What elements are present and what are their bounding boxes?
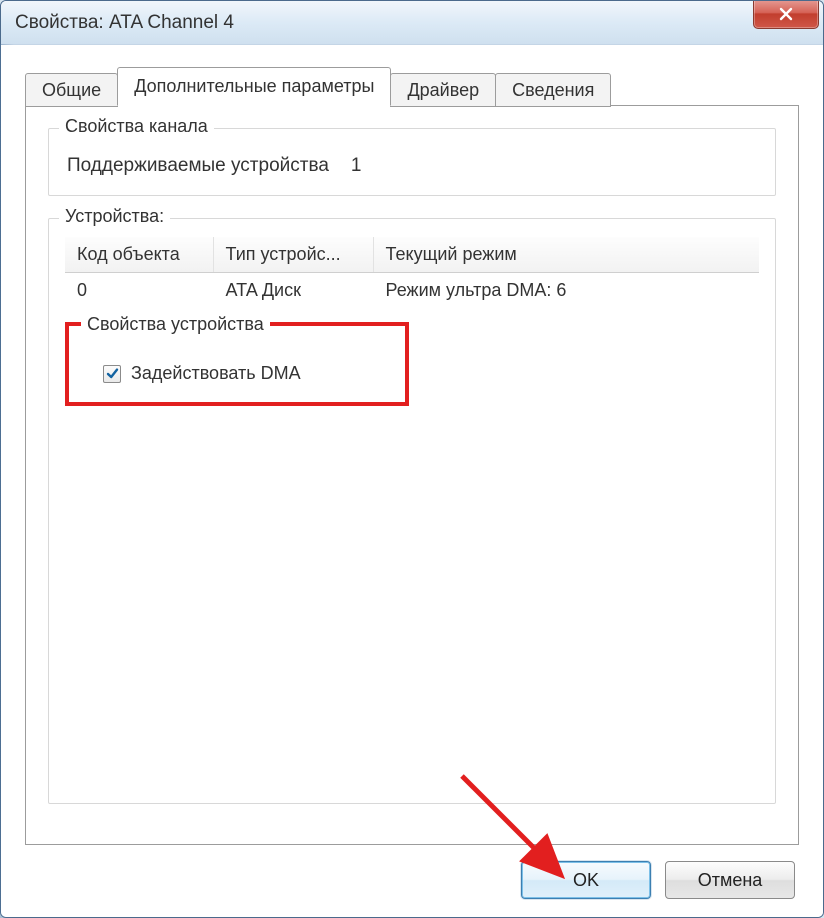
devices-legend: Устройства: xyxy=(59,206,170,227)
cell-device-type: ATA Диск xyxy=(213,273,373,309)
enable-dma-label: Задействовать DMA xyxy=(131,363,301,384)
supported-devices-row: Поддерживаемые устройства 1 xyxy=(65,147,759,179)
cell-object-id: 0 xyxy=(65,273,213,309)
close-icon xyxy=(778,6,794,22)
dialog-buttons: OK Отмена xyxy=(25,845,799,899)
tab-driver[interactable]: Драйвер xyxy=(390,73,496,107)
devices-table: Код объекта Тип устройс... Текущий режим… xyxy=(65,237,759,308)
cell-current-mode: Режим ультра DMA: 6 xyxy=(373,273,759,309)
tab-strip: Общие Дополнительные параметры Драйвер С… xyxy=(25,67,799,106)
close-button[interactable] xyxy=(753,0,819,29)
properties-dialog: Свойства: ATA Channel 4 Общие Дополнител… xyxy=(0,0,824,918)
supported-devices-count: 1 xyxy=(351,155,362,177)
col-object-id[interactable]: Код объекта xyxy=(65,237,213,273)
tab-panel-advanced: Свойства канала Поддерживаемые устройств… xyxy=(25,105,799,845)
enable-dma-checkbox[interactable] xyxy=(103,365,121,383)
col-current-mode[interactable]: Текущий режим xyxy=(373,237,759,273)
devices-group: Устройства: Код объекта Тип устройс... Т… xyxy=(48,218,776,804)
devices-table-container: Код объекта Тип устройс... Текущий режим… xyxy=(65,237,759,308)
tab-general[interactable]: Общие xyxy=(25,73,118,107)
enable-dma-row[interactable]: Задействовать DMA xyxy=(85,359,389,384)
device-properties-highlight: Свойства устройства Задействовать DMA xyxy=(65,322,409,406)
col-device-type[interactable]: Тип устройс... xyxy=(213,237,373,273)
window-title: Свойства: ATA Channel 4 xyxy=(15,12,234,34)
cancel-button[interactable]: Отмена xyxy=(665,861,795,899)
table-header-row: Код объекта Тип устройс... Текущий режим xyxy=(65,237,759,273)
table-row[interactable]: 0 ATA Диск Режим ультра DMA: 6 xyxy=(65,273,759,309)
checkmark-icon xyxy=(106,367,119,380)
tab-details[interactable]: Сведения xyxy=(495,73,611,107)
channel-properties-legend: Свойства канала xyxy=(59,116,214,137)
channel-properties-group: Свойства канала Поддерживаемые устройств… xyxy=(48,128,776,196)
ok-button[interactable]: OK xyxy=(521,861,651,899)
device-properties-legend: Свойства устройства xyxy=(81,314,270,335)
tab-advanced[interactable]: Дополнительные параметры xyxy=(117,67,391,106)
client-area: Общие Дополнительные параметры Драйвер С… xyxy=(1,45,823,917)
title-bar: Свойства: ATA Channel 4 xyxy=(1,1,823,45)
supported-devices-label: Поддерживаемые устройства xyxy=(67,155,329,177)
